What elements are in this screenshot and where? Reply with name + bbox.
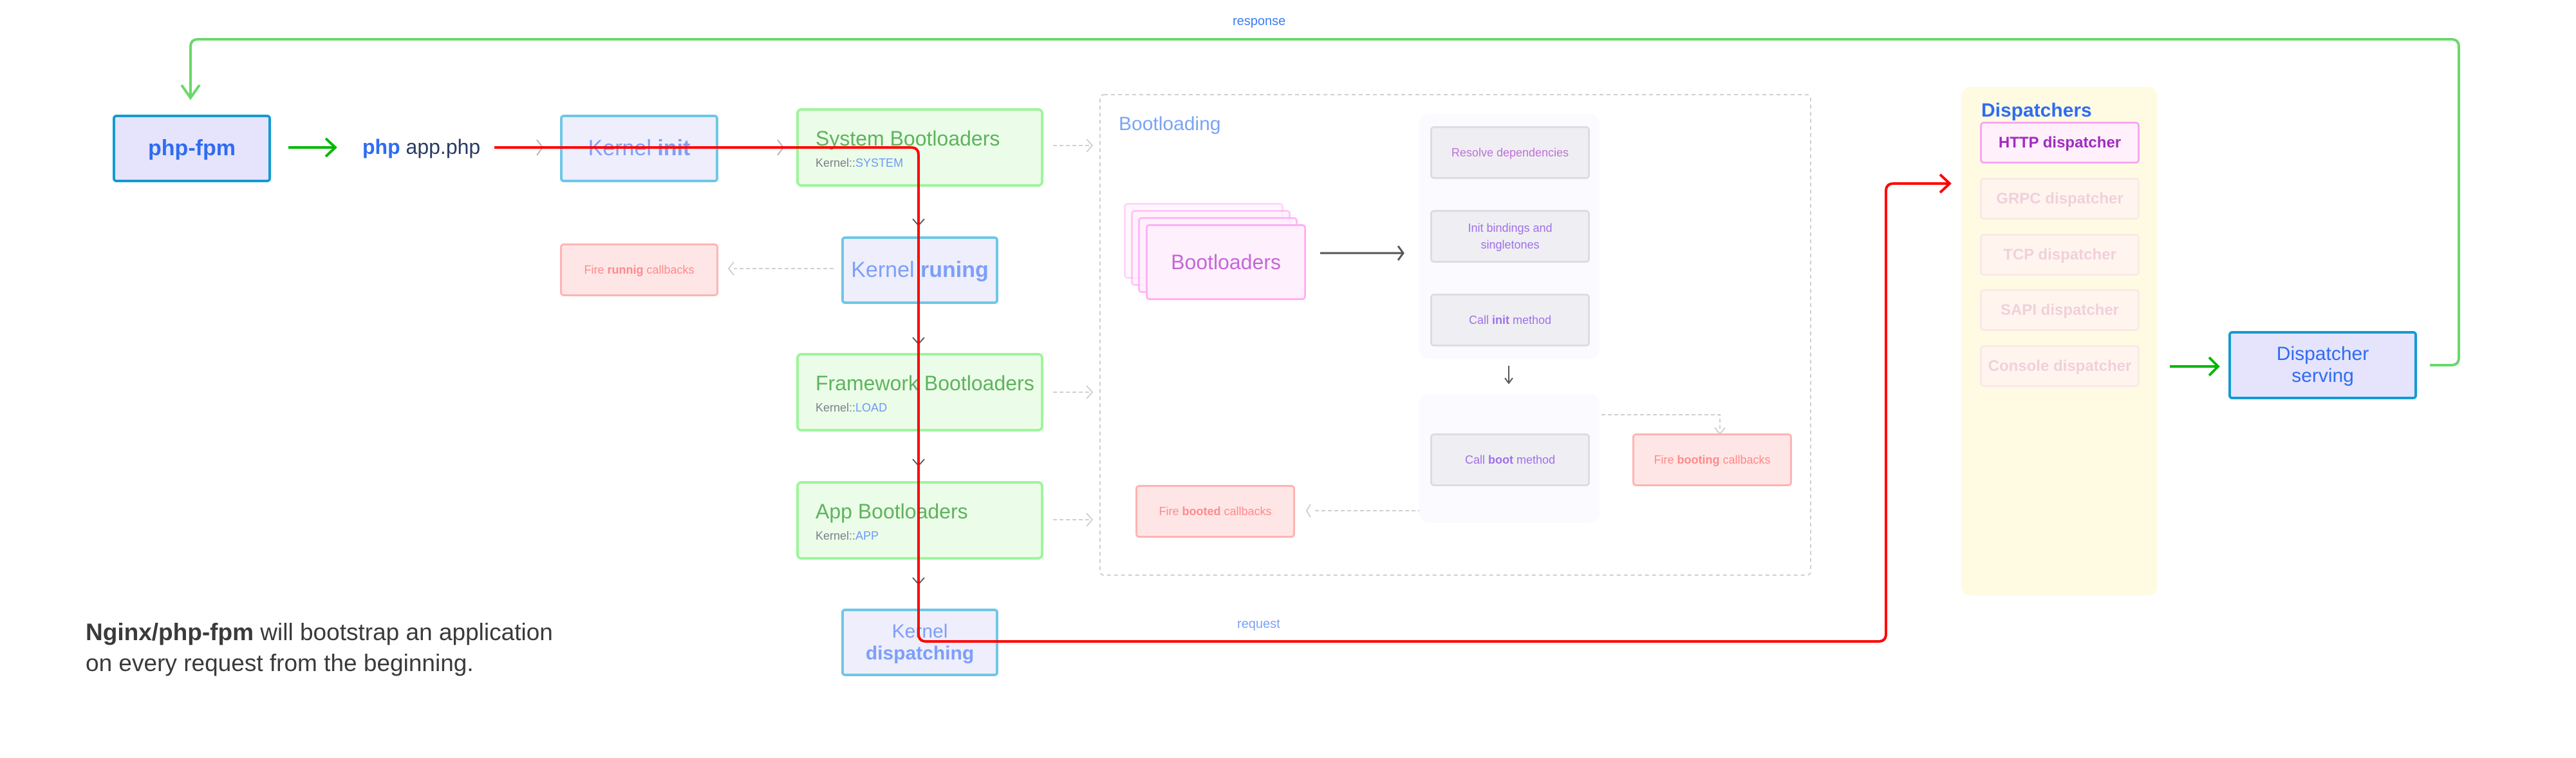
step-arrow-3: [1504, 366, 1513, 384]
step-keyword: boot: [1488, 453, 1513, 466]
kernel-dispatching-node[interactable]: Kernel dispatching: [841, 609, 998, 676]
footer-line2: on every request from the beginning.: [86, 650, 474, 676]
php-keyword: php: [362, 135, 400, 158]
booted-arrowhead: [1305, 504, 1311, 518]
response-label: response: [1233, 14, 1286, 28]
php-command: php app.php: [362, 135, 480, 159]
step-label: Resolve dependencies: [1451, 146, 1569, 159]
dispatchers-title: Dispatchers: [1981, 100, 2092, 121]
dispatcher-label: Console dispatcher: [1988, 357, 2132, 375]
kernel-init-node[interactable]: Kernel init: [560, 115, 718, 182]
arrow-to-system-bootloaders-2: [777, 139, 785, 156]
fire-booted-keyword: booted: [1182, 504, 1221, 518]
bootloading-title: Bootloading: [1119, 113, 1221, 135]
php-fpm-node[interactable]: php-fpm: [113, 115, 271, 182]
footer-line1: will bootstrap an application: [254, 619, 553, 645]
fire-runnig-keyword: runnig: [607, 263, 644, 276]
fire-booting-prefix: Fire: [1654, 453, 1677, 466]
step-init-bindings[interactable]: Init bindings and singletones: [1430, 210, 1590, 263]
step-prefix: Call: [1464, 453, 1488, 466]
kernel-dispatching-prefix: Kernel: [891, 620, 948, 642]
step-call-boot[interactable]: Call boot method: [1430, 433, 1590, 486]
kernel-runing-prefix: Kernel: [851, 258, 920, 282]
app-bootloaders-node[interactable]: App Bootloaders Kernel::APP: [796, 481, 1043, 560]
bootloader-group-constant: APP: [855, 529, 879, 542]
kernel-dispatching-keyword: dispatching: [865, 642, 975, 664]
sapi-dispatcher[interactable]: SAPI dispatcher: [1980, 289, 2140, 331]
bootloader-group-constant: LOAD: [855, 401, 888, 414]
console-dispatcher[interactable]: Console dispatcher: [1980, 345, 2140, 387]
footer-bold: Nginx/php-fpm: [86, 619, 254, 645]
step-suffix: method: [1509, 314, 1552, 327]
step-suffix: method: [1513, 453, 1556, 466]
dashed-arrowhead-runnig: [727, 261, 734, 276]
down-chevron-3: [912, 459, 925, 467]
fire-booting-keyword: booting: [1677, 453, 1720, 466]
bootloader-group-constant: SYSTEM: [855, 156, 904, 169]
system-bootloaders-node[interactable]: System Bootloaders Kernel::SYSTEM: [796, 108, 1043, 187]
http-dispatcher[interactable]: HTTP dispatcher: [1980, 122, 2140, 164]
dispatcher-serving-label: Dispatcher serving: [2276, 343, 2369, 386]
down-chevron-1: [912, 218, 925, 227]
kernel-init-prefix: Kernel: [588, 136, 658, 160]
bootloaders-stack[interactable]: Bootloaders: [1146, 224, 1306, 300]
tcp-dispatcher[interactable]: TCP dispatcher: [1980, 234, 2140, 276]
fire-runnig-prefix: Fire: [584, 263, 608, 276]
bootloader-group-title: System Bootloaders: [816, 126, 1000, 150]
dispatcher-serving-node[interactable]: Dispatcher serving: [2228, 331, 2417, 399]
fire-runnig-callbacks-node[interactable]: Fire runnig callbacks: [560, 243, 718, 296]
kernel-runing-keyword: runing: [920, 258, 989, 282]
bootloader-group-prefix: Kernel::: [816, 529, 856, 542]
bootloader-group-prefix: Kernel::: [816, 401, 856, 414]
fire-booting-callbacks-node[interactable]: Fire booting callbacks: [1632, 433, 1792, 486]
fire-runnig-suffix: callbacks: [643, 263, 695, 276]
arrow-to-kernel-init: [536, 139, 544, 156]
step-resolve-dependencies[interactable]: Resolve dependencies: [1430, 126, 1590, 179]
framework-bootloaders-node[interactable]: Framework Bootloaders Kernel::LOAD: [796, 353, 1043, 431]
kernel-runing-node[interactable]: Kernel runing: [841, 236, 998, 304]
step-prefix: Call: [1468, 314, 1492, 327]
fire-booted-prefix: Fire: [1159, 504, 1182, 518]
down-chevron-2: [912, 337, 925, 345]
bootloader-group-title: App Bootloaders: [816, 499, 968, 523]
bootloaders-stack-label: Bootloaders: [1171, 250, 1281, 274]
php-script: app.php: [400, 135, 481, 158]
footer-note: Nginx/php-fpm will bootstrap an applicat…: [86, 617, 553, 679]
step-label: Init bindings and singletones: [1468, 222, 1553, 251]
fire-booting-suffix: callbacks: [1719, 453, 1771, 466]
bootloader-group-prefix: Kernel::: [816, 156, 856, 169]
grpc-dispatcher[interactable]: GRPC dispatcher: [1980, 178, 2140, 220]
dispatcher-label: SAPI dispatcher: [2000, 301, 2120, 319]
step-keyword: init: [1491, 314, 1509, 327]
fire-booted-callbacks-node[interactable]: Fire booted callbacks: [1135, 485, 1295, 538]
step-call-init[interactable]: Call init method: [1430, 294, 1590, 346]
dispatcher-label: HTTP dispatcher: [1998, 133, 2122, 151]
bootloader-group-title: Framework Bootloaders: [816, 371, 1034, 395]
down-chevron-4: [912, 577, 925, 585]
dispatcher-label: TCP dispatcher: [2003, 245, 2116, 263]
php-fpm-label: php-fpm: [148, 136, 236, 160]
dispatcher-label: GRPC dispatcher: [1996, 189, 2123, 207]
kernel-init-keyword: init: [657, 136, 691, 160]
fire-booted-suffix: callbacks: [1220, 504, 1272, 518]
request-label: request: [1237, 617, 1280, 631]
